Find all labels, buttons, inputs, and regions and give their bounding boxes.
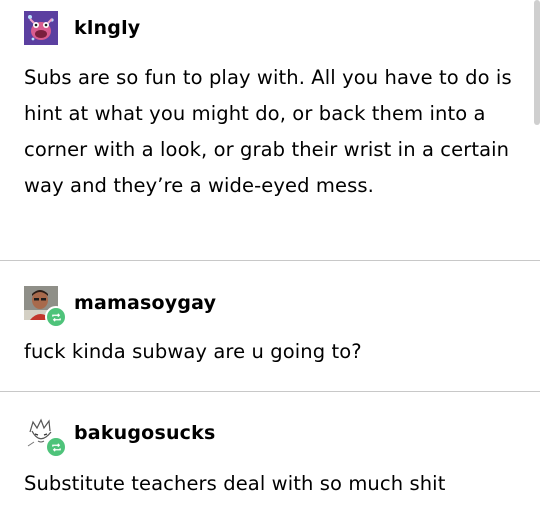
avatar[interactable] [24, 416, 67, 458]
post-body: fuck kinda subway are u going to? [24, 340, 362, 363]
post-mamasoygay: mamasoygay fuck kinda subway are u going… [0, 261, 540, 391]
avatar[interactable] [24, 286, 67, 328]
reblog-icon [45, 306, 67, 328]
reblog-icon [45, 436, 67, 458]
post-body: Subs are so fun to play with. All you ha… [24, 66, 512, 197]
avatar[interactable] [24, 11, 58, 45]
username[interactable]: klngly [74, 17, 140, 39]
username[interactable]: mamasoygay [74, 292, 216, 314]
purple-creature-avatar-icon [24, 11, 58, 45]
post-bakugosucks: bakugosucks Substitute teachers deal wit… [0, 392, 540, 505]
post-header: klngly [24, 11, 140, 45]
post-body: Substitute teachers deal with so much sh… [24, 472, 446, 495]
post-header: bakugosucks [24, 416, 215, 458]
post-klngly: klngly Subs are so fun to play with. All… [0, 0, 540, 260]
post-header: mamasoygay [24, 286, 216, 328]
username[interactable]: bakugosucks [74, 422, 215, 444]
